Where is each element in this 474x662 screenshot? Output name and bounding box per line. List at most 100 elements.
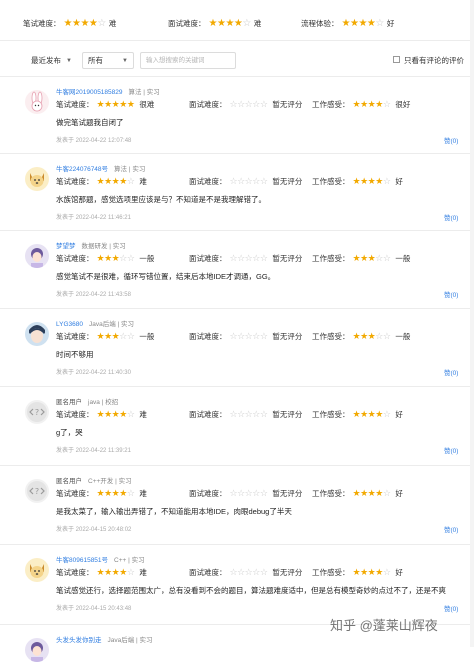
work-label: 工作感受： <box>312 100 350 109</box>
star-icon: ★ <box>352 99 361 109</box>
summary-written-label: 笔试难度： <box>23 19 61 28</box>
summary-written-stars: ★ ★ ★ ★ ☆ <box>64 18 107 29</box>
job-tags: Java后端 | 实习 <box>88 321 135 328</box>
work-value: 一般 <box>395 332 411 341</box>
work-stars: ★ ★ ★ ☆ ☆ <box>353 332 391 341</box>
star-icon: ☆ <box>244 567 253 577</box>
username[interactable]: 梦望梦 <box>56 243 76 250</box>
star-icon: ★ <box>80 18 89 29</box>
star-icon: ☆ <box>259 99 268 109</box>
star-icon: ☆ <box>229 176 238 186</box>
sort-select[interactable]: 最近发布 ▼ <box>25 52 77 69</box>
written-stars: ★ ★ ★ ★ ★ <box>97 100 135 109</box>
star-icon: ★ <box>341 18 351 29</box>
written-rating: 笔试难度： ★ ★ ★ ★ ☆ 难 <box>56 409 147 420</box>
star-icon: ☆ <box>237 409 245 419</box>
work-rating: 工作感受： ★ ★ ★ ★ ☆ 好 <box>312 567 403 578</box>
avatar[interactable] <box>25 558 49 582</box>
star-icon: ★ <box>119 99 127 109</box>
avatar[interactable]: ? <box>25 479 49 503</box>
username[interactable]: 头发头发你别走 <box>56 637 102 644</box>
job-tags: Java后端 | 实习 <box>107 637 153 644</box>
scrollbar[interactable] <box>470 0 474 647</box>
written-stars: ★ ★ ★ ★ ☆ <box>97 489 135 498</box>
posted-time: 发表于 2022-04-22 11:43:58 <box>56 289 131 298</box>
like-button[interactable]: 赞(0) <box>444 445 458 455</box>
star-icon: ★ <box>358 18 367 29</box>
star-icon: ☆ <box>126 488 135 498</box>
like-button[interactable]: 赞(0) <box>444 524 458 534</box>
like-button[interactable]: 赞(0) <box>444 603 458 613</box>
star-icon: ★ <box>352 488 361 498</box>
star-icon: ☆ <box>126 331 135 341</box>
avatar[interactable] <box>25 90 49 114</box>
username[interactable]: 牛客224076748号 <box>56 166 108 173</box>
work-rating: 工作感受： ★ ★ ★ ☆ ☆ 一般 <box>312 331 410 342</box>
username[interactable]: 牛客网2019005185829 <box>56 89 123 96</box>
svg-text:?: ? <box>35 487 39 496</box>
star-icon: ★ <box>360 567 368 577</box>
star-icon: ★ <box>367 488 376 498</box>
star-icon: ☆ <box>229 488 238 498</box>
chevron-down-icon: ▼ <box>122 57 128 64</box>
like-button[interactable]: 赞(0) <box>444 212 458 222</box>
posted-prefix: 发表于 <box>56 448 76 454</box>
star-icon: ★ <box>104 409 112 419</box>
star-icon: ☆ <box>119 331 127 341</box>
work-label: 工作感受： <box>312 410 350 419</box>
work-value: 好 <box>395 568 403 577</box>
star-icon: ★ <box>111 176 120 186</box>
like-button[interactable]: 赞(0) <box>444 367 458 377</box>
star-icon: ★ <box>375 99 383 109</box>
interview-label: 面试难度： <box>189 489 227 498</box>
job-tags: C++开发 | 实习 <box>88 478 132 485</box>
username[interactable]: LYG3680 <box>56 321 83 328</box>
avatar[interactable] <box>25 638 49 662</box>
interview-rating: 面试难度： ☆ ☆ ☆ ☆ ☆ 暂无评分 <box>189 253 302 264</box>
category-select[interactable]: 所有 ▼ <box>82 52 134 69</box>
star-icon: ★ <box>360 99 368 109</box>
review-divider <box>0 544 474 545</box>
written-stars: ★ ★ ★ ★ ☆ <box>97 568 135 577</box>
summary-interview-value: 难 <box>253 19 262 28</box>
review-divider <box>0 386 474 387</box>
job-tags: C++ | 实习 <box>114 557 145 564</box>
avatar[interactable] <box>25 322 49 346</box>
star-icon: ★ <box>216 18 226 29</box>
written-rating: 笔试难度： ★ ★ ★ ★ ☆ 难 <box>56 176 147 187</box>
svg-text:?: ? <box>35 408 39 417</box>
interview-rating: 面试难度： ☆ ☆ ☆ ☆ ☆ 暂无评分 <box>189 331 302 342</box>
only-comments-checkbox[interactable] <box>393 56 400 63</box>
work-label: 工作感受： <box>312 568 350 577</box>
work-stars: ★ ★ ★ ★ ☆ <box>353 177 391 186</box>
star-icon: ☆ <box>237 567 245 577</box>
star-icon: ★ <box>104 488 112 498</box>
like-button[interactable]: 赞(0) <box>444 289 458 299</box>
star-icon: ★ <box>352 567 361 577</box>
avatar[interactable]: ? <box>25 400 49 424</box>
avatar[interactable] <box>25 244 49 268</box>
star-icon: ☆ <box>244 488 253 498</box>
summary-divider <box>0 40 474 41</box>
posted-date: 2022-04-22 12:07:48 <box>75 138 132 144</box>
work-label: 工作感受： <box>312 254 350 263</box>
star-icon: ★ <box>208 18 218 29</box>
avatar[interactable] <box>25 167 49 191</box>
sort-label: 最近发布 <box>31 56 61 65</box>
star-icon: ☆ <box>252 253 260 263</box>
star-icon: ★ <box>352 253 361 263</box>
work-label: 工作感受： <box>312 177 350 186</box>
search-input[interactable]: 输入想搜索的关键词 <box>140 52 236 69</box>
written-rating: 笔试难度： ★ ★ ★ ★ ☆ 难 <box>56 567 147 578</box>
star-icon: ★ <box>367 253 376 263</box>
username[interactable]: 牛客809615851号 <box>56 557 108 564</box>
star-icon: ★ <box>96 488 105 498</box>
star-icon: ☆ <box>119 253 127 263</box>
watermark: 知乎 @蓬莱山辉夜 <box>330 618 438 633</box>
star-icon: ★ <box>96 331 105 341</box>
like-button[interactable]: 赞(0) <box>444 135 458 145</box>
interview-value: 暂无评分 <box>272 489 303 498</box>
star-icon: ☆ <box>252 331 260 341</box>
star-icon: ★ <box>96 99 105 109</box>
posted-time: 发表于 2022-04-22 12:07:48 <box>56 135 131 144</box>
